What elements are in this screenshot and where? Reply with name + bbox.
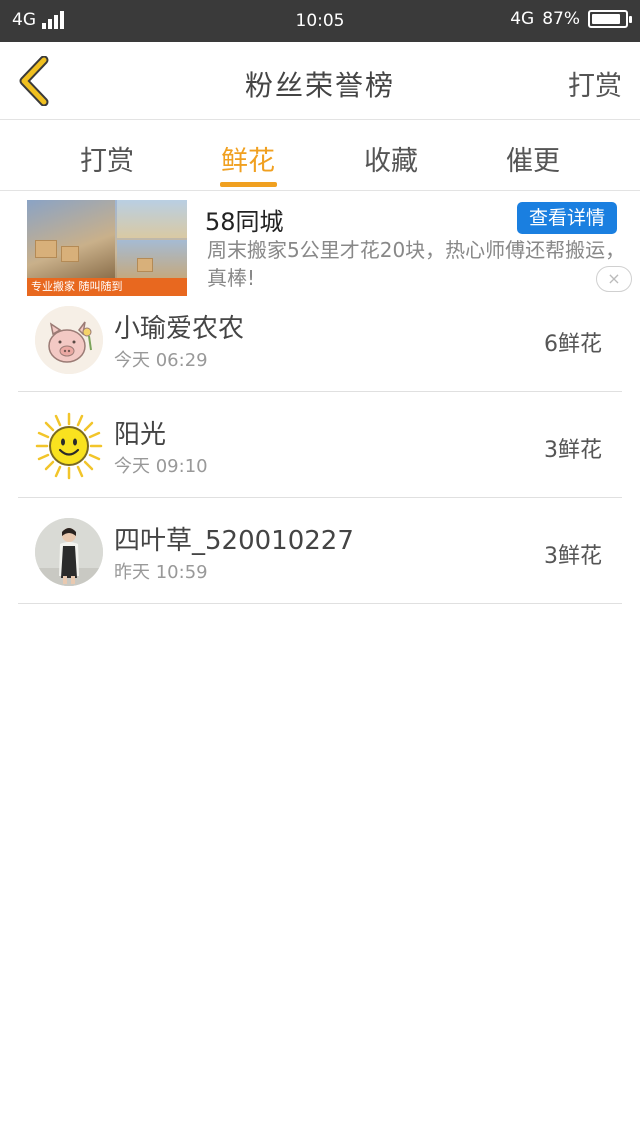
box-shape bbox=[61, 246, 79, 262]
fan-list: 小瑜爱农农 今天 06:29 6鲜花 阳光 今天 09:10 3鲜花 四叶草_5… bbox=[18, 286, 622, 604]
network-label-right: 4G bbox=[510, 9, 535, 29]
avatar bbox=[35, 306, 103, 374]
tab-tips[interactable]: 打赏 bbox=[52, 139, 162, 178]
ad-description: 周末搬家5公里才花20块，热心师傅还帮搬运，真棒! bbox=[207, 238, 626, 290]
view-details-button[interactable]: 查看详情 bbox=[517, 202, 617, 234]
tab-urge-update[interactable]: 催更 bbox=[478, 139, 588, 178]
flower-count: 6鲜花 bbox=[544, 332, 602, 357]
flower-count: 3鲜花 bbox=[544, 438, 602, 463]
battery-fill bbox=[592, 14, 620, 24]
ad-image-scene bbox=[27, 200, 115, 278]
ad-title: 58同城 bbox=[205, 208, 284, 236]
list-item[interactable]: 小瑜爱农农 今天 06:29 6鲜花 bbox=[18, 286, 622, 392]
list-item[interactable]: 阳光 今天 09:10 3鲜花 bbox=[18, 392, 622, 498]
box-shape bbox=[35, 240, 57, 258]
box-shape bbox=[137, 258, 153, 272]
fan-time: 昨天 10:59 bbox=[114, 562, 208, 583]
flower-count: 3鲜花 bbox=[544, 544, 602, 569]
close-icon: × bbox=[607, 269, 621, 288]
list-item[interactable]: 四叶草_520010227 昨天 10:59 3鲜花 bbox=[18, 498, 622, 604]
ad-image-scene bbox=[117, 200, 187, 238]
pig-icon bbox=[35, 306, 103, 374]
top-nav-bar: 粉丝荣誉榜 打赏 bbox=[0, 42, 640, 120]
ad-image[interactable]: 专业搬家 随叫随到 bbox=[27, 200, 187, 296]
battery-icon bbox=[588, 10, 632, 28]
fan-time: 今天 09:10 bbox=[114, 456, 208, 477]
tip-button[interactable]: 打赏 bbox=[568, 64, 622, 103]
close-ad-button[interactable]: × bbox=[596, 266, 632, 292]
fan-time: 今天 06:29 bbox=[114, 350, 208, 371]
tab-favorites[interactable]: 收藏 bbox=[336, 139, 446, 178]
tab-flowers[interactable]: 鲜花 bbox=[193, 139, 303, 178]
tab-bar: 打赏 鲜花 收藏 催更 bbox=[0, 121, 640, 191]
fan-name: 四叶草_520010227 bbox=[114, 526, 354, 556]
page-title: 粉丝荣誉榜 bbox=[244, 69, 395, 102]
active-tab-indicator bbox=[220, 182, 277, 187]
fan-name: 小瑜爱农农 bbox=[114, 314, 245, 344]
status-bar: 4G 10:05 4G 87% bbox=[0, 0, 640, 42]
avatar bbox=[35, 518, 103, 586]
person-photo-icon bbox=[35, 518, 103, 586]
battery-percent: 87% bbox=[542, 9, 580, 29]
sun-icon bbox=[35, 412, 103, 480]
fan-name: 阳光 bbox=[114, 420, 167, 450]
status-right: 4G 87% bbox=[510, 9, 632, 29]
avatar bbox=[35, 412, 103, 480]
